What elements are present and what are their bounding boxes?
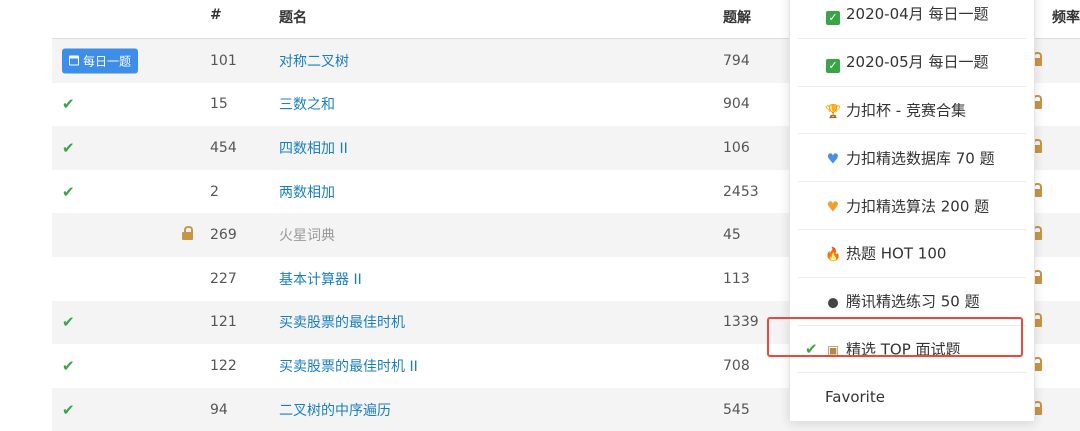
check-box-icon: ✓ [826,11,840,26]
dropdown-item[interactable]: 🏆 力扣杯 - 竞赛合集 [798,87,1026,135]
solutions-count[interactable]: 794 [723,53,750,69]
orange-heart-icon: ♥ [826,199,840,216]
problem-title-link[interactable]: 基本计算器 II [279,269,362,289]
solved-check-icon: ✔ [62,400,75,419]
solutions-count[interactable]: 545 [723,402,750,418]
problem-number: 2 [210,183,219,200]
solutions-count[interactable]: 1339 [723,314,759,330]
solutions-count[interactable]: 45 [723,227,741,243]
problem-title-link[interactable]: 三数之和 [279,94,335,114]
dropdown-item-label: ● 腾讯精选练习 50 题 [825,291,980,312]
dropdown-item-text: Favorite [825,388,885,407]
daily-badge-label: 每日一题 [83,54,132,69]
problem-title-link[interactable]: 买卖股票的最佳时机 II [279,356,418,376]
problem-number: 269 [210,227,237,244]
dropdown-item-text: 精选 TOP 面试题 [846,340,961,359]
solved-check-icon: ✔ [62,182,75,201]
solved-check-icon: ✔ [62,95,75,114]
daily-badge[interactable]: 每日一题 [62,48,139,74]
problem-title-link[interactable]: 对称二叉树 [279,51,349,71]
solved-check-icon: ✔ [62,138,75,157]
selected-check-icon: ✔ [805,339,818,358]
problem-number: 454 [210,139,237,156]
lock-icon [182,226,193,244]
header-solutions[interactable]: 题解 [723,7,751,27]
dropdown-item-text: 2020-05月 每日一题 [846,53,989,72]
computer-icon: ▣ [826,343,840,359]
solutions-count[interactable]: 2453 [723,184,759,200]
dropdown-item[interactable]: Favorite [798,373,1026,421]
dropdown-item-label: ✓ 2020-05月 每日一题 [825,51,989,74]
solved-check-icon: ✔ [62,356,75,375]
problem-number: 101 [210,52,237,69]
dropdown-item-label: Favorite [825,388,885,406]
trophy-icon: 🏆 [825,104,842,120]
header-frequency-label: 频率 [1052,10,1080,26]
dropdown-item-label: ♥ 力扣精选算法 200 题 [825,195,989,216]
penguin-icon: ● [827,295,839,311]
dropdown-item[interactable]: ♥ 力扣精选算法 200 题 [798,182,1026,230]
blue-heart-icon: ♥ [826,151,840,168]
dropdown-item-label: ♥ 力扣精选数据库 70 题 [825,147,995,168]
dropdown-item[interactable]: ✓ 2020-05月 每日一题 [798,39,1026,87]
solved-check-icon: ✔ [62,313,75,332]
solutions-count[interactable]: 708 [723,358,750,374]
dropdown-item-text: 腾讯精选练习 50 题 [846,292,980,311]
dropdown-item-text: 力扣精选数据库 70 题 [846,149,995,168]
check-box-icon: ✓ [826,59,840,74]
dropdown-item-text: 2020-04月 每日一题 [846,5,989,24]
dropdown-item[interactable]: ● 腾讯精选练习 50 题 [798,278,1026,326]
problem-number: 15 [210,96,228,113]
solutions-count[interactable]: 113 [723,271,750,287]
dropdown-item-text: 热题 HOT 100 [846,244,947,263]
dropdown-item-label: 🔥 热题 HOT 100 [825,243,946,264]
dropdown-item-label: 🏆 力扣杯 - 竞赛合集 [825,99,966,120]
fire-icon: 🔥 [825,247,842,263]
problem-list-dropdown: ✓ 2020-04月 每日一题 ✓ 2020-05月 每日一题 🏆 力扣杯 - 竞赛合集 ♥… [789,0,1035,422]
dropdown-item[interactable]: ✔ ▣ 精选 TOP 面试题 [798,326,1026,374]
dropdown-item-text: 力扣精选算法 200 题 [846,197,990,216]
problem-title-link[interactable]: 火星词典 [279,225,335,245]
dropdown-item[interactable]: ✓ 2020-04月 每日一题 [798,0,1026,39]
calendar-icon [69,55,79,66]
problem-number: 227 [210,270,237,287]
dropdown-item[interactable]: 🔥 热题 HOT 100 [798,230,1026,278]
dropdown-item-label: ✓ 2020-04月 每日一题 [825,3,989,26]
problem-title-link[interactable]: 买卖股票的最佳时机 [279,312,405,332]
header-frequency[interactable]: 频率 ? [1052,7,1080,27]
header-number[interactable]: # [210,7,222,23]
problem-title-link[interactable]: 二叉树的中序遍历 [279,400,391,420]
solutions-count[interactable]: 904 [723,96,750,112]
problem-number: 94 [210,401,228,418]
dropdown-item-text: 力扣杯 - 竞赛合集 [846,101,966,120]
problem-number: 121 [210,314,237,331]
dropdown-item-label: ▣ 精选 TOP 面试题 [825,338,961,359]
header-title[interactable]: 题名 [279,7,307,27]
problem-title-link[interactable]: 四数相加 II [279,138,348,158]
problem-number: 122 [210,357,237,374]
solutions-count[interactable]: 106 [723,140,750,156]
dropdown-item[interactable]: ♥ 力扣精选数据库 70 题 [798,134,1026,183]
problem-title-link[interactable]: 两数相加 [279,182,335,202]
